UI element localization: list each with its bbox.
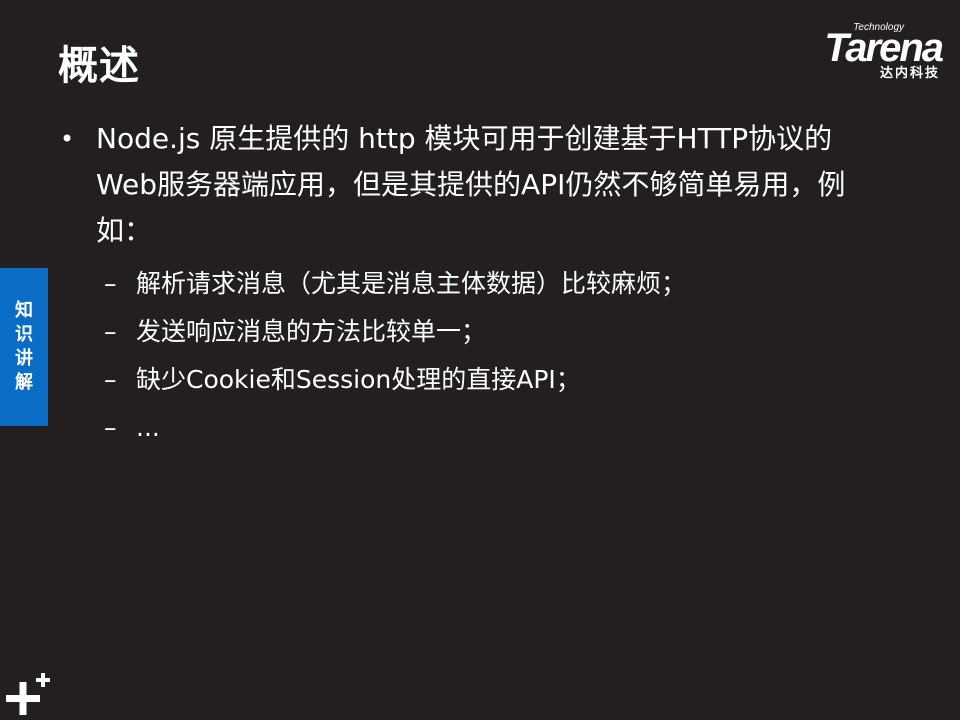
slide-title: 概述 [58,43,140,89]
sub-marker: – [104,365,117,394]
sub-item-text: 解析请求消息（尤其是消息主体数据）比较麻烦； [136,269,687,298]
sub-marker: – [104,317,117,346]
sub-item-text: ... [136,413,160,442]
slide-content: • Node.js 原生提供的 http 模块可用于创建基于HTTP协议的Web… [58,116,878,452]
sub-item: – 发送响应消息的方法比较单一； [104,308,878,356]
sub-list: – 解析请求消息（尤其是消息主体数据）比较麻烦； – 发送响应消息的方法比较单一… [58,260,878,452]
sub-item: – ... [104,404,878,452]
side-tab-label: 知识讲解 [15,300,33,393]
logo-cn-text: 达内科技 [879,66,940,81]
bullet-text: Node.js 原生提供的 http 模块可用于创建基于HTTP协议的Web服务… [96,122,846,247]
sub-item-text: 发送响应消息的方法比较单一； [136,317,487,346]
sub-marker: – [104,269,117,298]
bullet-item: • Node.js 原生提供的 http 模块可用于创建基于HTTP协议的Web… [58,116,878,254]
sub-item: – 缺少Cookie和Session处理的直接API； [104,356,878,404]
tarena-logo: Technology Tarena 达内科技 [774,22,944,86]
bullet-marker: • [60,125,75,153]
sub-item-text: 缺少Cookie和Session处理的直接API； [136,365,581,394]
sub-marker: – [104,413,117,442]
plus-decoration-icon [6,673,50,715]
sub-item: – 解析请求消息（尤其是消息主体数据）比较麻烦； [104,260,878,308]
logo-wordmark: Tarena [824,26,944,70]
side-tab-knowledge: 知识讲解 [0,268,48,426]
slide: 概述 Technology Tarena 达内科技 知识讲解 • Node.js… [0,0,960,720]
